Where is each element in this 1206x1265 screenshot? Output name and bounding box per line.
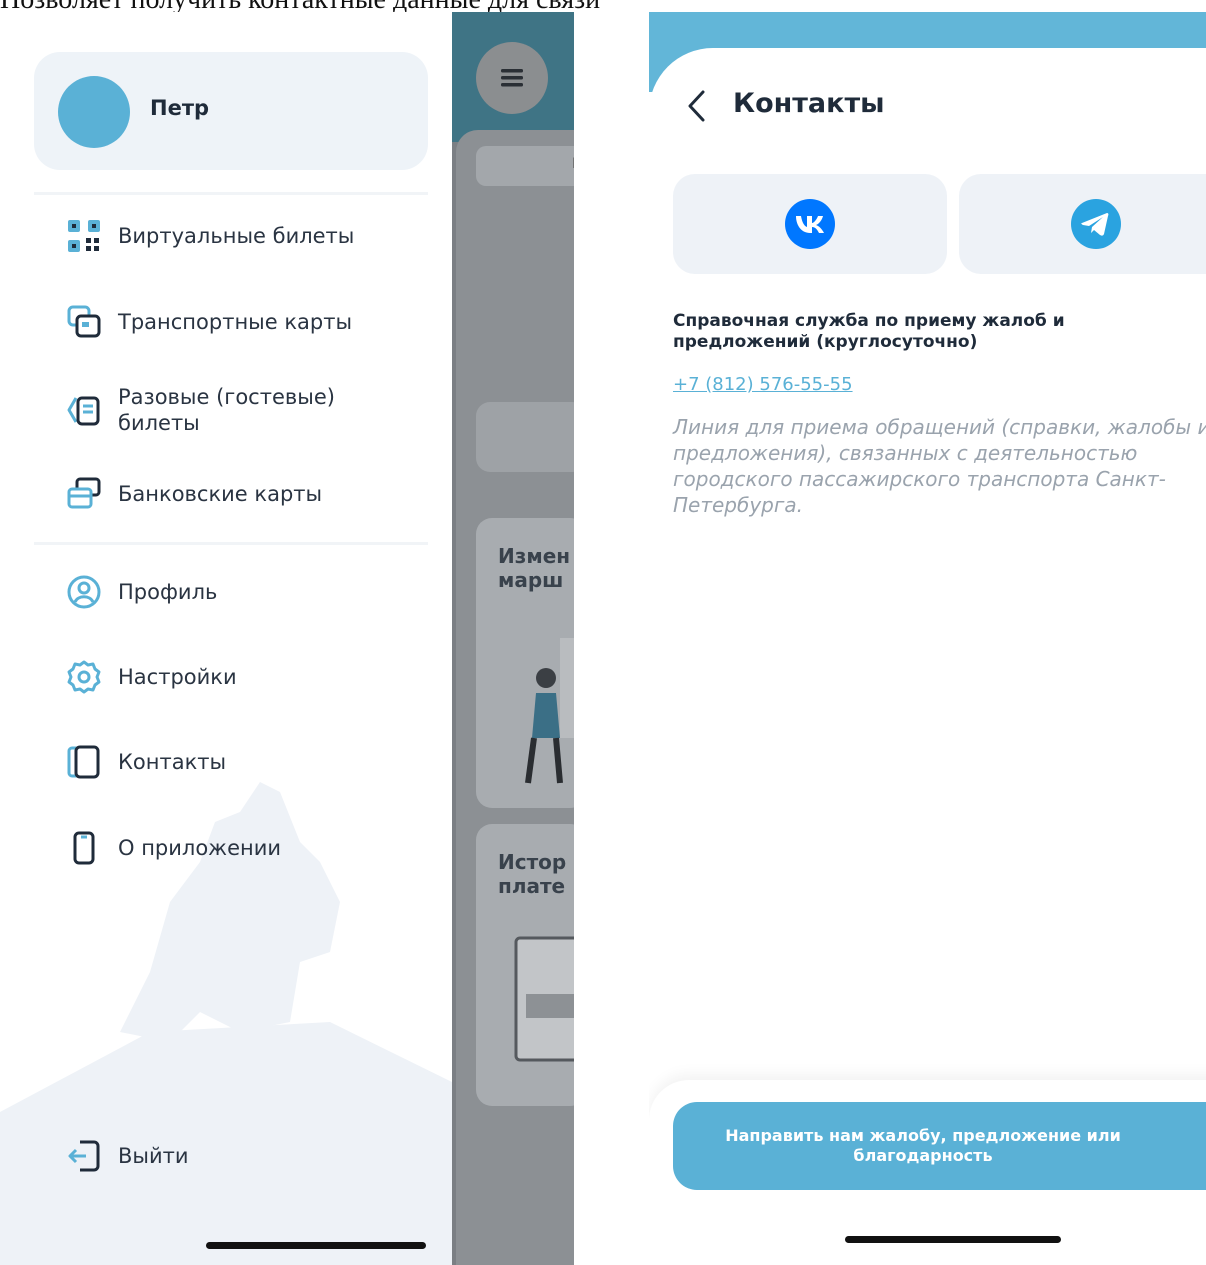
guest-ticket-icon xyxy=(64,390,104,430)
menu-item-label: Настройки xyxy=(118,665,237,689)
navigation-drawer: Петр Виртуальные билеты Транспортные кар… xyxy=(0,12,452,1265)
logout-icon xyxy=(64,1136,104,1176)
menu-item-virtual-tickets[interactable]: Виртуальные билеты xyxy=(64,216,354,256)
menu-item-label: Банковские карты xyxy=(118,482,323,506)
send-feedback-button[interactable]: Направить нам жалобу, предложение или бл… xyxy=(673,1102,1206,1190)
menu-item-guest-tickets[interactable]: Разовые (гостевые) билеты xyxy=(64,384,378,436)
send-feedback-label: Направить нам жалобу, предложение или бл… xyxy=(725,1126,1121,1165)
person-illustration xyxy=(525,638,574,784)
divider xyxy=(34,192,428,195)
hamburger-icon xyxy=(501,69,523,87)
menu-item-label: Контакты xyxy=(118,750,227,774)
logout-button[interactable]: Выйти xyxy=(64,1136,189,1176)
telegram-icon xyxy=(1071,199,1121,249)
menu-item-about[interactable]: О приложении xyxy=(64,828,281,868)
left-phone-screen: Петр Виртуальные билеты Транспортные кар… xyxy=(0,12,574,1265)
home-indicator xyxy=(845,1236,1061,1243)
receipt-illustration xyxy=(514,936,574,1062)
main-content-box xyxy=(476,402,574,472)
menu-item-label: Профиль xyxy=(118,580,218,604)
profile-card[interactable]: Петр xyxy=(34,52,428,170)
vk-button[interactable] xyxy=(673,174,947,274)
payment-history-card[interactable]: Истор плате xyxy=(476,824,574,1106)
home-indicator xyxy=(206,1242,426,1249)
menu-item-transport-cards[interactable]: Транспортные карты xyxy=(64,302,352,342)
route-change-card[interactable]: Измен марш xyxy=(476,518,574,808)
menu-item-label: О приложении xyxy=(118,836,282,860)
phone-link[interactable]: +7 (812) 576-55-55 xyxy=(673,374,853,395)
user-name: Петр xyxy=(150,96,210,120)
tab-virtual-tickets[interactable]: Ви xyxy=(476,146,574,186)
menu-item-label: Разовые (гостевые) билеты xyxy=(118,385,335,435)
gear-icon xyxy=(64,657,104,697)
chevron-left-icon xyxy=(688,90,705,122)
menu-button[interactable] xyxy=(476,42,548,114)
menu-item-bank-cards[interactable]: Банковские карты xyxy=(64,474,322,514)
qr-code-icon xyxy=(64,216,104,256)
page-title: Контакты xyxy=(733,88,885,119)
right-phone-screen: Контакты Справочная служба по приему жал… xyxy=(649,12,1206,1265)
menu-item-profile[interactable]: Профиль xyxy=(64,572,217,612)
logout-label: Выйти xyxy=(118,1144,189,1168)
service-description: Линия для приема обращений (справки, жал… xyxy=(673,415,1206,517)
telegram-button[interactable] xyxy=(959,174,1206,274)
card-title: Измен марш xyxy=(498,544,571,592)
back-button[interactable] xyxy=(681,88,711,124)
service-title: Справочная служба по приему жалоб и пред… xyxy=(673,311,1065,352)
menu-item-label: Виртуальные билеты xyxy=(118,224,355,248)
contacts-book-icon xyxy=(64,742,104,782)
divider xyxy=(34,542,428,545)
menu-item-label: Транспортные карты xyxy=(118,310,353,334)
transport-cards-icon xyxy=(64,302,104,342)
card-title: Истор плате xyxy=(498,850,567,898)
avatar[interactable] xyxy=(58,76,130,148)
bank-cards-icon xyxy=(64,474,104,514)
tab-label: Ви xyxy=(572,156,574,172)
menu-item-contacts[interactable]: Контакты xyxy=(64,742,226,782)
profile-icon xyxy=(64,572,104,612)
vk-icon xyxy=(785,199,835,249)
menu-item-settings[interactable]: Настройки xyxy=(64,657,237,697)
phone-device-icon xyxy=(64,828,104,868)
dimmed-main-screen[interactable]: Ви Измен марш Истор плате xyxy=(452,12,574,1265)
